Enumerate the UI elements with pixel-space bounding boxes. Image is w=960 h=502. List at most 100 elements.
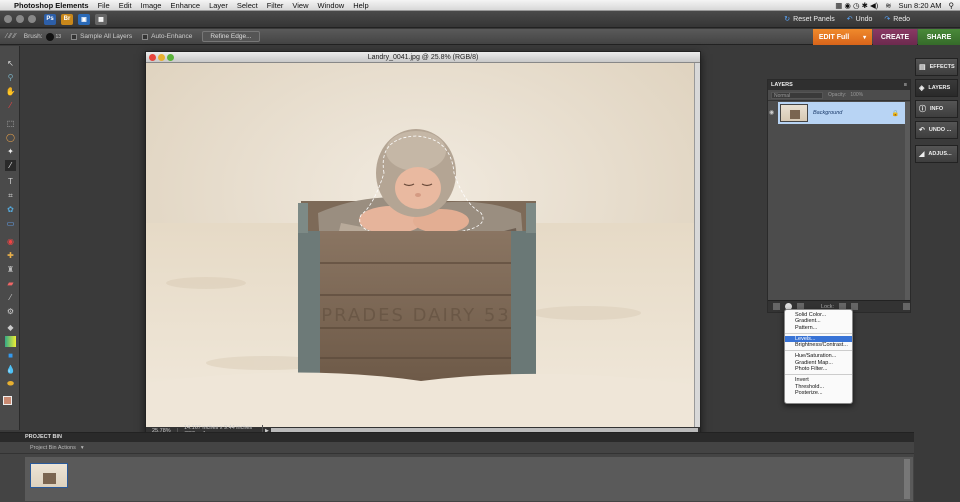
menu-file[interactable]: File: [98, 1, 110, 10]
layers-scrollbar[interactable]: [905, 102, 910, 302]
redo-button[interactable]: ↷ Redo: [884, 15, 910, 23]
brush-tool-icon[interactable]: ⁄: [5, 292, 16, 303]
menu-image[interactable]: Image: [141, 1, 162, 10]
menu-filter[interactable]: Filter: [267, 1, 284, 10]
project-bin-title[interactable]: PROJECT BIN: [0, 433, 915, 442]
window-zoom-icon[interactable]: [28, 15, 36, 23]
menu-item-posterize[interactable]: Posterize...: [785, 390, 852, 396]
image-canvas[interactable]: PRADES DAIRY 53: [146, 63, 695, 428]
auto-enhance-checkbox[interactable]: [142, 33, 149, 40]
layers-panel-header[interactable]: LAYERS ≡: [768, 80, 910, 90]
menu-select[interactable]: Select: [237, 1, 258, 10]
menu-separator: [785, 350, 852, 352]
menu-enhance[interactable]: Enhance: [170, 1, 200, 10]
quick-selection-tool-icon[interactable]: ⁄: [5, 160, 16, 171]
trash-icon[interactable]: [903, 303, 910, 310]
wifi-icon[interactable]: ≋: [885, 1, 891, 10]
menu-layer[interactable]: Layer: [209, 1, 228, 10]
undo-history-icon: ↶: [919, 127, 925, 134]
arrange-icon[interactable]: ▦: [95, 13, 107, 25]
doc-zoom-icon[interactable]: [167, 54, 174, 61]
sample-all-layers-checkbox[interactable]: [71, 33, 78, 40]
tab-adjustments[interactable]: ◢ ADJUS...: [915, 145, 958, 163]
eyedropper-tool-icon[interactable]: ⁄: [5, 100, 16, 111]
project-bin-scrollbar[interactable]: [904, 459, 910, 499]
opacity-value[interactable]: 100%: [850, 92, 863, 98]
tab-info[interactable]: ⓘ INFO: [915, 100, 958, 118]
redo-icon: ↷: [884, 16, 891, 23]
move-tool-icon[interactable]: ↖: [5, 58, 16, 69]
edit-full-tab[interactable]: EDIT Full ▾: [813, 29, 872, 45]
project-bin-actions[interactable]: Project Bin Actions ▾: [0, 442, 915, 454]
lasso-tool-icon[interactable]: ◯: [5, 132, 16, 143]
sponge-tool-icon[interactable]: ⬬: [5, 378, 16, 389]
window-close-icon[interactable]: [4, 15, 12, 23]
tab-layers-label: LAYERS: [928, 85, 951, 91]
document-title-bar[interactable]: Landry_0041.jpg @ 25.8% (RGB/8): [146, 52, 700, 63]
project-bin-actions-label: Project Bin Actions: [30, 445, 76, 451]
crop-tool-icon[interactable]: ⌗: [5, 190, 16, 201]
clock[interactable]: Sun 8:20 AM: [899, 1, 942, 10]
menu-edit[interactable]: Edit: [119, 1, 132, 10]
eraser-tool-icon[interactable]: ▰: [5, 278, 16, 289]
reset-panels-button[interactable]: ↻ Reset Panels: [784, 15, 835, 23]
info-icon: ⓘ: [919, 106, 926, 113]
red-eye-tool-icon[interactable]: ◉: [5, 236, 16, 247]
menu-app-name[interactable]: Photoshop Elements: [14, 1, 89, 10]
menu-item-photo-filter[interactable]: Photo Filter...: [785, 366, 852, 372]
photoshop-icon[interactable]: Ps: [44, 13, 56, 25]
organizer-icon[interactable]: Br: [61, 13, 73, 25]
hand-tool-icon[interactable]: ✋: [5, 86, 16, 97]
tab-layers[interactable]: ◈ LAYERS: [915, 79, 958, 97]
blur-tool-icon[interactable]: 💧: [5, 364, 16, 375]
menu-help[interactable]: Help: [353, 1, 368, 10]
tab-effects[interactable]: ▤ EFFECTS: [915, 58, 958, 76]
tab-undo-history[interactable]: ↶ UNDO ...: [915, 121, 958, 139]
blend-mode-select[interactable]: Normal: [771, 91, 823, 99]
redo-label: Redo: [893, 16, 910, 23]
new-layer-icon[interactable]: [773, 303, 780, 310]
doc-minimize-icon[interactable]: [158, 54, 165, 61]
layers-icon: ◈: [919, 85, 925, 92]
shape-tool-icon[interactable]: ■: [5, 350, 16, 361]
layer-lock-icon: 🔒: [891, 110, 899, 117]
type-tool-icon[interactable]: T: [5, 176, 16, 187]
straighten-tool-icon[interactable]: ▭: [5, 218, 16, 229]
gradient-tool-icon[interactable]: [5, 336, 16, 347]
project-bin-thumbnail[interactable]: [30, 463, 68, 488]
canvas-vertical-scrollbar[interactable]: [694, 63, 700, 428]
marquee-tool-icon[interactable]: ⬚: [5, 118, 16, 129]
undo-button[interactable]: ↶ Undo: [847, 15, 873, 23]
create-tab[interactable]: CREATE: [873, 29, 917, 45]
menu-item-brightness-contrast[interactable]: Brightness/Contrast...: [785, 342, 852, 348]
layer-row-background[interactable]: Background 🔒: [778, 102, 905, 124]
panel-menu-icon[interactable]: ≡: [904, 80, 907, 90]
brush-picker-icon[interactable]: [45, 32, 54, 41]
doc-close-icon[interactable]: [149, 54, 156, 61]
cookie-cutter-tool-icon[interactable]: ✿: [5, 204, 16, 215]
layer-visibility-eye-icon[interactable]: ◉: [769, 109, 774, 116]
healing-brush-tool-icon[interactable]: ✚: [5, 250, 16, 261]
edit-full-label: EDIT Full: [818, 33, 850, 41]
dropdown-arrow-icon: ▾: [863, 34, 867, 41]
paint-bucket-tool-icon[interactable]: ◆: [5, 322, 16, 333]
foreground-color-swatch[interactable]: [3, 396, 12, 405]
save-icon[interactable]: ▣: [78, 13, 90, 25]
mac-menu-bar: Photoshop Elements File Edit Image Enhan…: [0, 0, 960, 11]
share-tab[interactable]: SHARE: [918, 29, 960, 45]
zoom-tool-icon[interactable]: ⚲: [5, 72, 16, 83]
menu-separator: [785, 332, 852, 334]
menu-item-pattern[interactable]: Pattern...: [785, 325, 852, 331]
smart-brush-tool-icon[interactable]: ⚙: [5, 306, 16, 317]
menu-view[interactable]: View: [292, 1, 308, 10]
menu-window[interactable]: Window: [318, 1, 345, 10]
tab-info-label: INFO: [930, 106, 944, 112]
window-minimize-icon[interactable]: [16, 15, 24, 23]
status-icons[interactable]: ▦ ◉ ◷ ✱ ◀): [835, 1, 878, 10]
clone-stamp-tool-icon[interactable]: ♜: [5, 264, 16, 275]
refine-edge-button[interactable]: Refine Edge...: [202, 31, 260, 42]
magic-wand-tool-icon[interactable]: ✦: [5, 146, 16, 157]
undo-label: Undo: [855, 16, 873, 23]
spotlight-icon[interactable]: ⚲: [949, 1, 955, 10]
quick-selection-options-icon[interactable]: ⁄ ⁄⁄ ⁄⁄: [6, 33, 16, 40]
